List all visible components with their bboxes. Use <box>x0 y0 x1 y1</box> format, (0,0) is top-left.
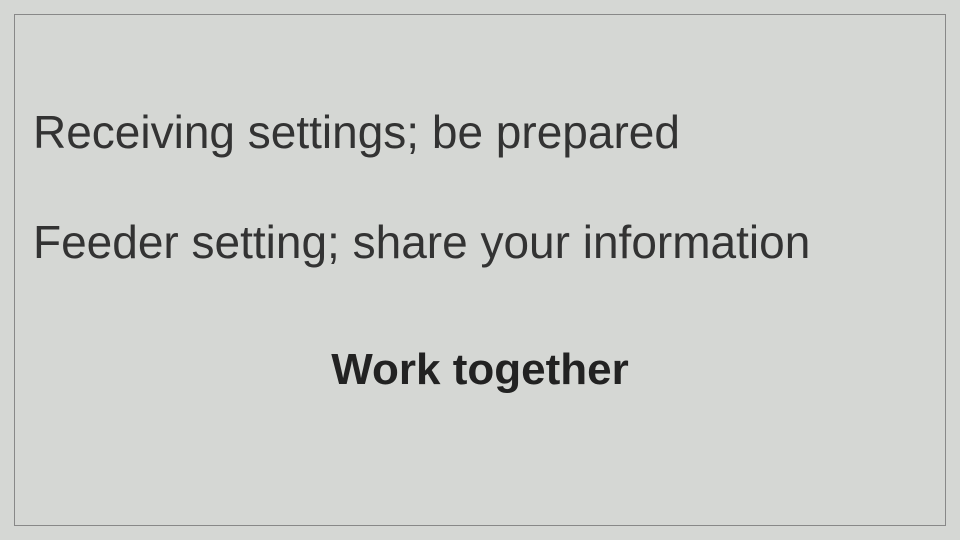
slide-frame: Receiving settings; be prepared Feeder s… <box>14 14 946 526</box>
text-line-1: Receiving settings; be prepared <box>33 105 680 159</box>
text-line-2: Feeder setting; share your information <box>33 215 810 269</box>
text-line-emphasis: Work together <box>15 345 945 395</box>
